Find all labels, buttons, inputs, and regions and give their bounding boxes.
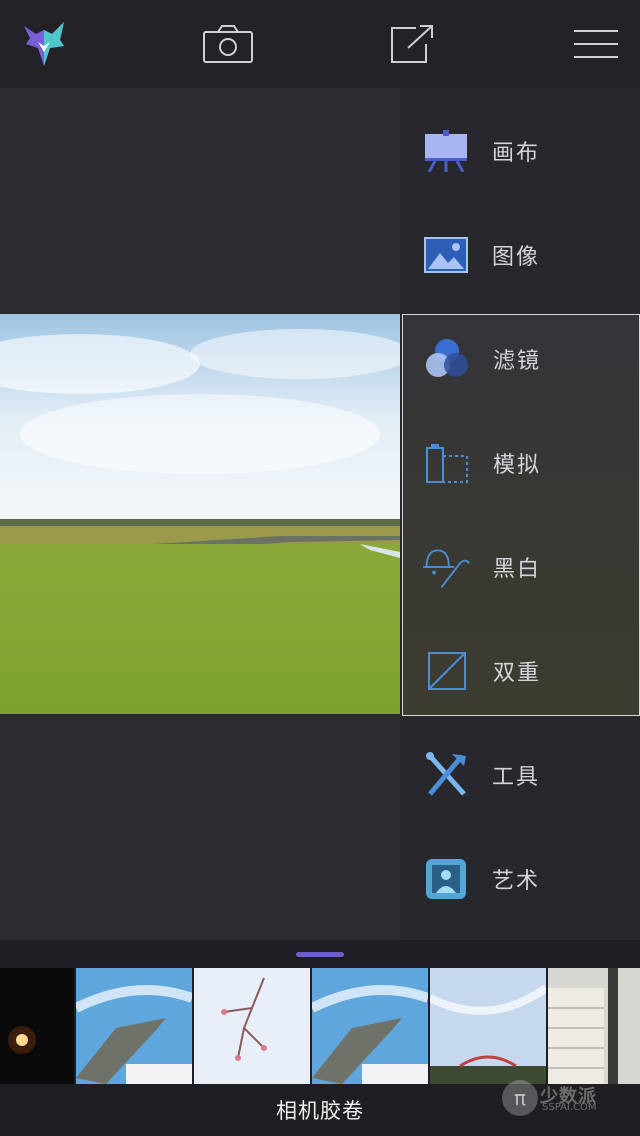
app-logo-button[interactable] <box>4 0 84 88</box>
menu-item-canvas[interactable]: 画布 <box>400 99 640 203</box>
edited-photo[interactable] <box>0 314 400 714</box>
camera-icon <box>203 25 253 63</box>
filter-category-group: 滤镜 模拟 黑白 双重 <box>402 314 640 716</box>
art-stamp-icon <box>426 859 466 899</box>
image-icon <box>424 237 468 273</box>
top-toolbar <box>0 0 640 88</box>
thumbnail-fighter-jet[interactable] <box>312 968 428 1084</box>
menu-item-label: 工具 <box>492 765 541 790</box>
double-exposure-icon <box>428 652 466 690</box>
thumbnail-night-light[interactable] <box>0 968 74 1084</box>
menu-item-label: 画布 <box>492 141 541 166</box>
menu-item-label: 模拟 <box>493 453 542 478</box>
svg-text:π: π <box>514 1086 526 1110</box>
grassland-photo <box>0 314 400 714</box>
menu-item-label: 滤镜 <box>493 349 542 374</box>
menu-item-black-white[interactable]: 黑白 <box>401 515 640 619</box>
thumbnail-blossom-branch[interactable] <box>194 968 310 1084</box>
menu-item-art[interactable]: 艺术 <box>400 827 640 931</box>
tools-icon <box>426 752 466 796</box>
watermark-url: SSPAI.COM <box>542 1102 597 1113</box>
thumbnail-fighter-jet[interactable] <box>76 968 192 1084</box>
menu-button[interactable] <box>556 0 636 88</box>
tray-drag-handle[interactable] <box>296 952 344 957</box>
menu-item-image[interactable]: 图像 <box>400 203 640 307</box>
camera-button[interactable] <box>188 0 268 88</box>
easel-icon <box>425 130 467 172</box>
thumbnail-stadium-sky[interactable] <box>430 968 546 1084</box>
share-button[interactable] <box>372 0 452 88</box>
thumbnail-paper-stack[interactable] <box>548 968 640 1084</box>
hamburger-menu-icon <box>574 30 618 58</box>
hat-cane-icon <box>423 549 470 588</box>
film-roll-icon <box>426 444 468 483</box>
thumbnail-strip <box>0 968 640 1084</box>
menu-item-label: 图像 <box>492 245 541 270</box>
fighter-jet-photo <box>312 968 428 1084</box>
menu-item-analog[interactable]: 模拟 <box>401 411 640 515</box>
blossom-branch-photo <box>194 968 310 1084</box>
sspai-logo-icon: π <box>502 1080 538 1116</box>
paper-stack-photo <box>548 968 640 1084</box>
share-icon <box>391 25 433 63</box>
night-light-photo <box>0 968 74 1084</box>
menu-item-label: 双重 <box>493 661 542 686</box>
menu-item-filters[interactable]: 滤镜 <box>401 307 640 411</box>
menu-item-label: 艺术 <box>492 869 541 894</box>
filter-circles-icon <box>426 339 468 377</box>
menu-item-tools[interactable]: 工具 <box>400 723 640 827</box>
menu-item-double[interactable]: 双重 <box>401 619 640 723</box>
fox-logo-icon <box>24 22 64 66</box>
menu-item-label: 黑白 <box>493 557 542 582</box>
fighter-jet-photo <box>76 968 192 1084</box>
stadium-sky-photo <box>430 968 546 1084</box>
